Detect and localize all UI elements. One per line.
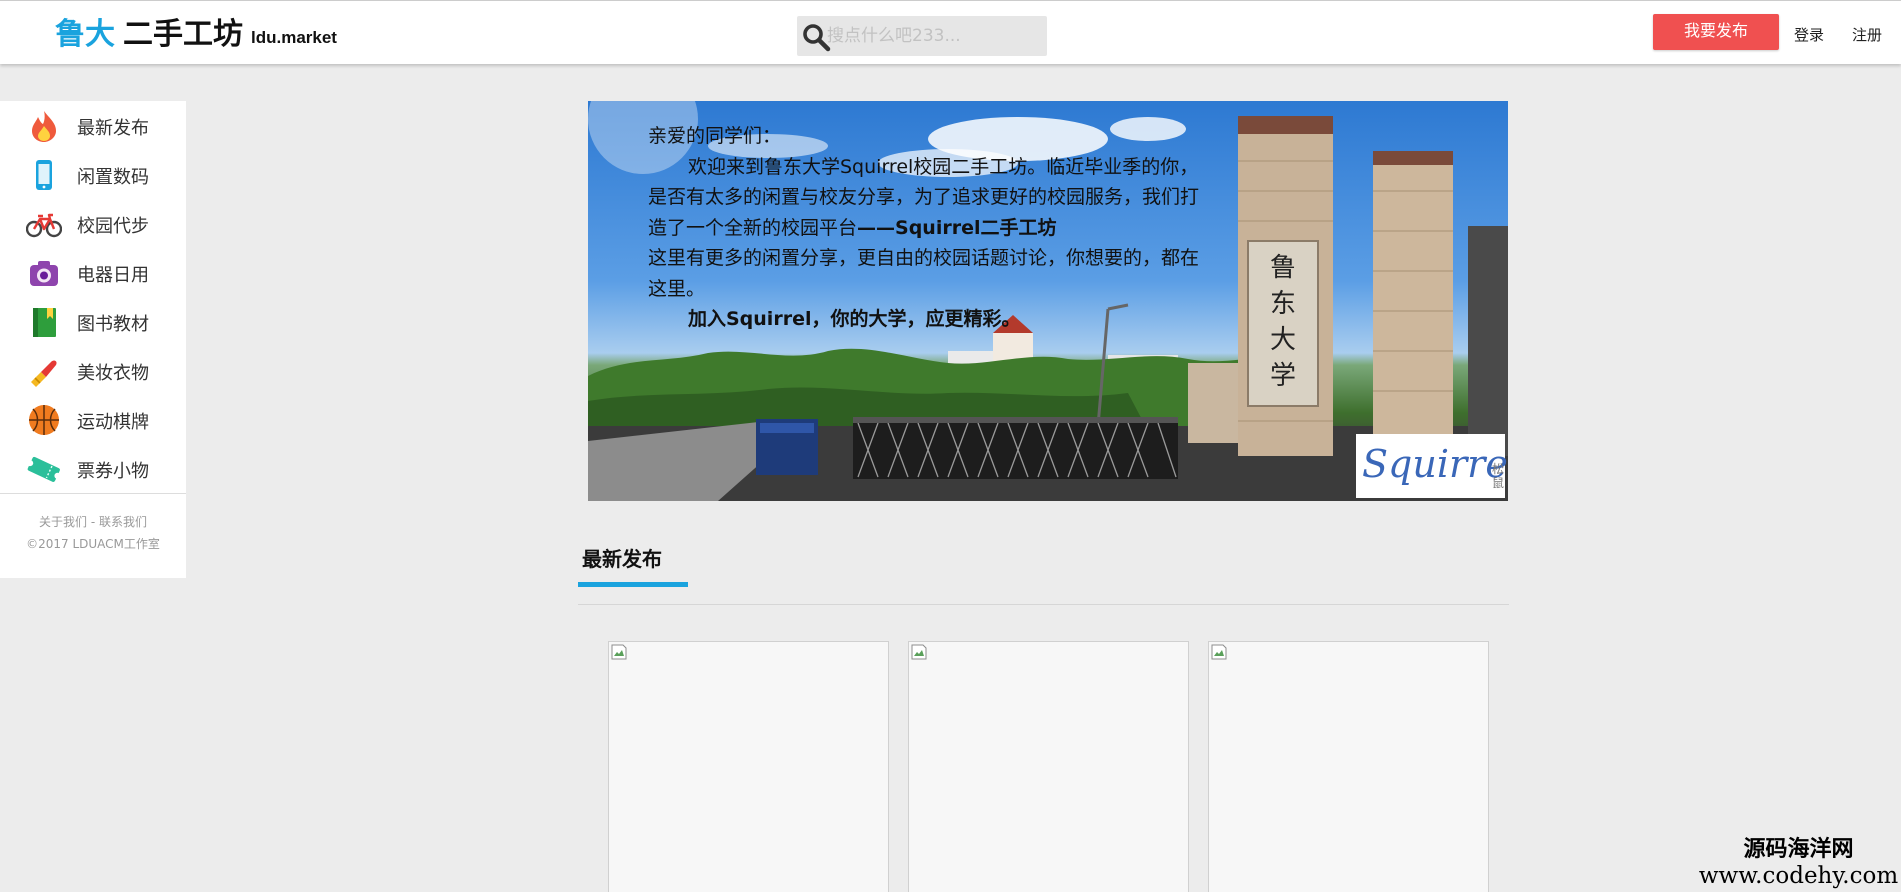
product-card[interactable] [1208,641,1489,892]
basketball-icon [29,405,59,435]
sidebar-item-sports[interactable]: 运动棋牌 [0,395,186,444]
welcome-paragraph-1-bold: ——Squirrel二手工坊 [857,216,1057,239]
sidebar-item-tickets[interactable]: 票券小物 [0,444,186,493]
broken-image-icon [611,644,627,660]
welcome-paragraph-2: 这里有更多的闲置分享，更自由的校园话题讨论，你想要的，都在这里。 [648,247,1200,300]
hero-banner: 鲁东大学 亲爱的同学们： 欢迎来到鲁东大学Squirrel校园二手工坊。临近毕业… [588,101,1508,501]
sidebar-item-label: 运动棋牌 [77,412,149,433]
sidebar-item-label: 最新发布 [77,118,149,139]
gate-inscription-char: 大 [1270,325,1296,355]
sidebar-item-label: 电器日用 [77,265,149,286]
section-title-underline [578,582,688,587]
section-divider [578,604,1509,605]
welcome-slogan: 加入Squirrel，你的大学，应更精彩。 [648,304,1208,335]
site-watermark: 源码海洋网 www.codehy.com [1696,836,1901,890]
broken-image-icon [911,644,927,660]
flame-icon [32,111,56,142]
lipstick-icon [31,360,57,387]
ticket-icon [27,456,61,482]
welcome-greeting: 亲爱的同学们： [648,125,782,147]
logo-brand: 鲁大 [55,17,115,52]
book-icon [33,308,56,337]
squirrel-logo: Squirrel 松鼠 [1356,434,1508,498]
publish-button[interactable]: 我要发布 [1653,14,1779,50]
gate-inscription-char: 学 [1270,361,1296,391]
search-box [797,16,1047,56]
section-title: 最新发布 [582,547,662,571]
sidebar-item-appliances[interactable]: 电器日用 [0,248,186,297]
about-contact-links[interactable]: 关于我们 - 联系我们 [0,511,186,533]
sidebar-item-label: 图书教材 [77,314,149,335]
sidebar-footer: 关于我们 - 联系我们 ©2017 LDUACM工作室 [0,511,186,555]
sidebar-item-cosmetics[interactable]: 美妆衣物 [0,346,186,395]
top-header: 鲁大二手工坊 ldu.market 我要发布 登录 注册 [0,0,1901,64]
sidebar-item-digital[interactable]: 闲置数码 [0,150,186,199]
bicycle-icon [26,213,62,238]
copyright-text: ©2017 LDUACM工作室 [26,537,160,551]
sidebar-item-transport[interactable]: 校园代步 [0,199,186,248]
camera-icon [30,261,58,286]
site-domain: ldu.market [251,28,337,47]
gate-inscription-char: 东 [1270,289,1296,319]
watermark-url: www.codehy.com [1698,863,1899,889]
search-input[interactable] [827,16,1043,56]
broken-image-icon [1211,644,1227,660]
phone-icon [36,160,52,190]
category-sidebar: 最新发布 闲置数码 校园代步 电器日用 图书教材 美妆衣物 运动棋牌 票券小物 … [0,101,186,578]
sidebar-item-label: 票券小物 [77,461,149,482]
sidebar-item-label: 闲置数码 [77,167,149,188]
welcome-message: 亲爱的同学们： 欢迎来到鲁东大学Squirrel校园二手工坊。临近毕业季的你，是… [648,121,1208,335]
site-logo[interactable]: 鲁大 二手工坊 [55,17,243,53]
logo-title: 二手工坊 [123,17,243,52]
gate-inscription-char: 鲁 [1270,253,1296,283]
sidebar-item-latest[interactable]: 最新发布 [0,101,186,150]
welcome-slogan-text: 加入Squirrel，你的大学，应更精彩。 [688,308,1021,330]
watermark-cn: 源码海洋网 [1743,836,1854,862]
welcome-paragraph-1: 欢迎来到鲁东大学Squirrel校园二手工坊。临近毕业季的你，是否有太多的闲置与… [648,152,1208,244]
login-link[interactable]: 登录 [1794,24,1824,45]
sidebar-item-books[interactable]: 图书教材 [0,297,186,346]
product-card[interactable] [908,641,1189,892]
sidebar-divider [0,493,186,494]
squirrel-logo-word: Squirrel [1362,442,1508,486]
register-link[interactable]: 注册 [1852,24,1882,45]
squirrel-logo-sub: 松鼠 [1492,462,1505,490]
sidebar-item-label: 校园代步 [77,216,149,237]
product-card[interactable] [608,641,889,892]
sidebar-item-label: 美妆衣物 [77,363,149,384]
